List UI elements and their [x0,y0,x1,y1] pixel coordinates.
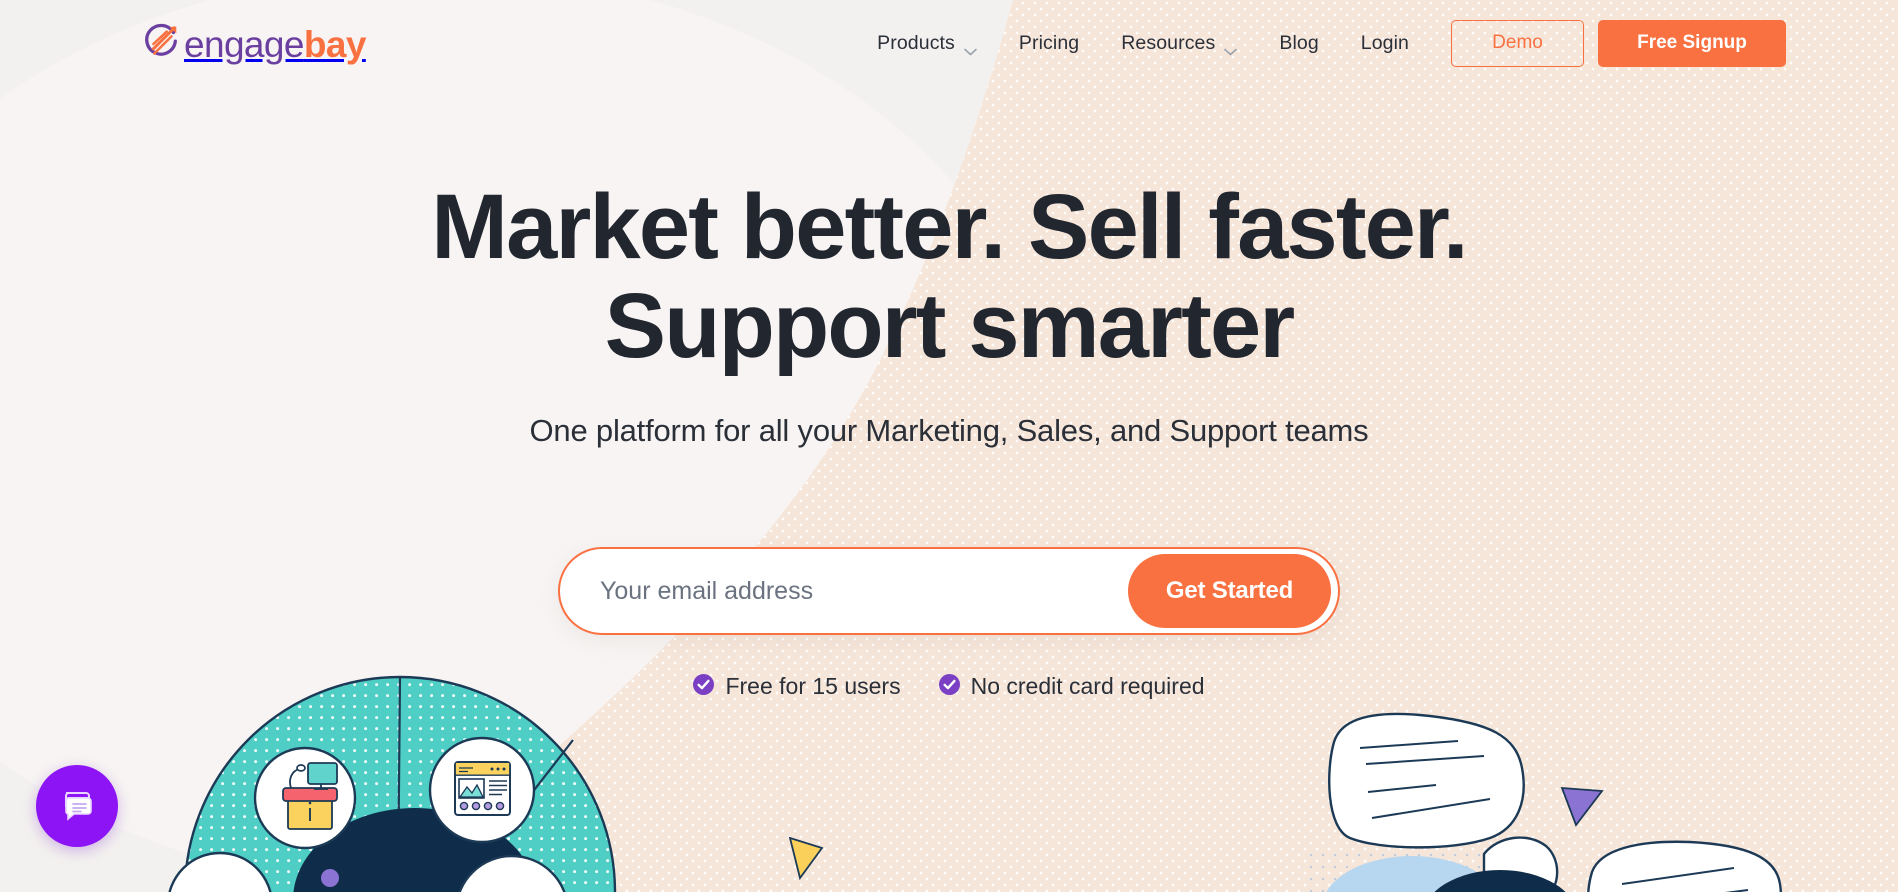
trust-badge-free-users-label: Free for 15 users [725,673,901,699]
landing-page: engagebay Products Pricing Resources Blo… [0,0,1898,892]
demo-button[interactable]: Demo [1451,19,1584,67]
demo-button-label: Demo [1492,32,1543,53]
engagebay-logo[interactable]: engagebay [140,16,366,72]
nav-item-pricing[interactable]: Pricing [1019,32,1079,55]
free-signup-button[interactable]: Free Signup [1598,19,1786,67]
nav-item-login[interactable]: Login [1361,32,1409,55]
chat-bubbles-icon [56,783,98,830]
check-circle-icon [938,673,960,700]
logo-word-engage: engage [184,23,304,65]
engagebay-swoosh-logo-icon [140,23,182,65]
nav-item-products-label: Products [877,31,955,54]
nav-item-blog[interactable]: Blog [1279,32,1318,55]
logo-word-bay: bay [303,23,367,65]
nav-item-pricing-label: Pricing [1018,31,1080,54]
page-background [0,0,1898,892]
chat-widget-button[interactable] [36,765,118,847]
free-signup-button-label: Free Signup [1637,32,1747,53]
main-navigation: engagebay Products Pricing Resources Blo… [0,0,1898,88]
trust-badge-free-users: Free for 15 users [693,673,901,700]
nav-item-products[interactable]: Products [877,31,977,56]
check-circle-icon [693,673,715,700]
trust-badges: Free for 15 users No credit card require… [0,673,1898,700]
get-started-button[interactable]: Get Started [1128,554,1331,628]
nav-links-group: Products Pricing Resources Blog Login De… [877,14,1786,72]
trust-badge-no-credit-card: No credit card required [938,673,1205,700]
nav-item-resources-label: Resources [1121,31,1216,54]
logo-wordmark: engagebay [184,26,366,63]
email-input[interactable] [560,553,1128,629]
chevron-down-icon [1224,39,1238,56]
nav-item-login-label: Login [1360,31,1409,54]
nav-item-blog-label: Blog [1279,31,1319,54]
chevron-down-icon [964,39,977,56]
trust-badge-no-credit-card-label: No credit card required [970,673,1205,699]
nav-item-resources[interactable]: Resources [1121,31,1238,56]
signup-form: Get Started [558,547,1340,635]
